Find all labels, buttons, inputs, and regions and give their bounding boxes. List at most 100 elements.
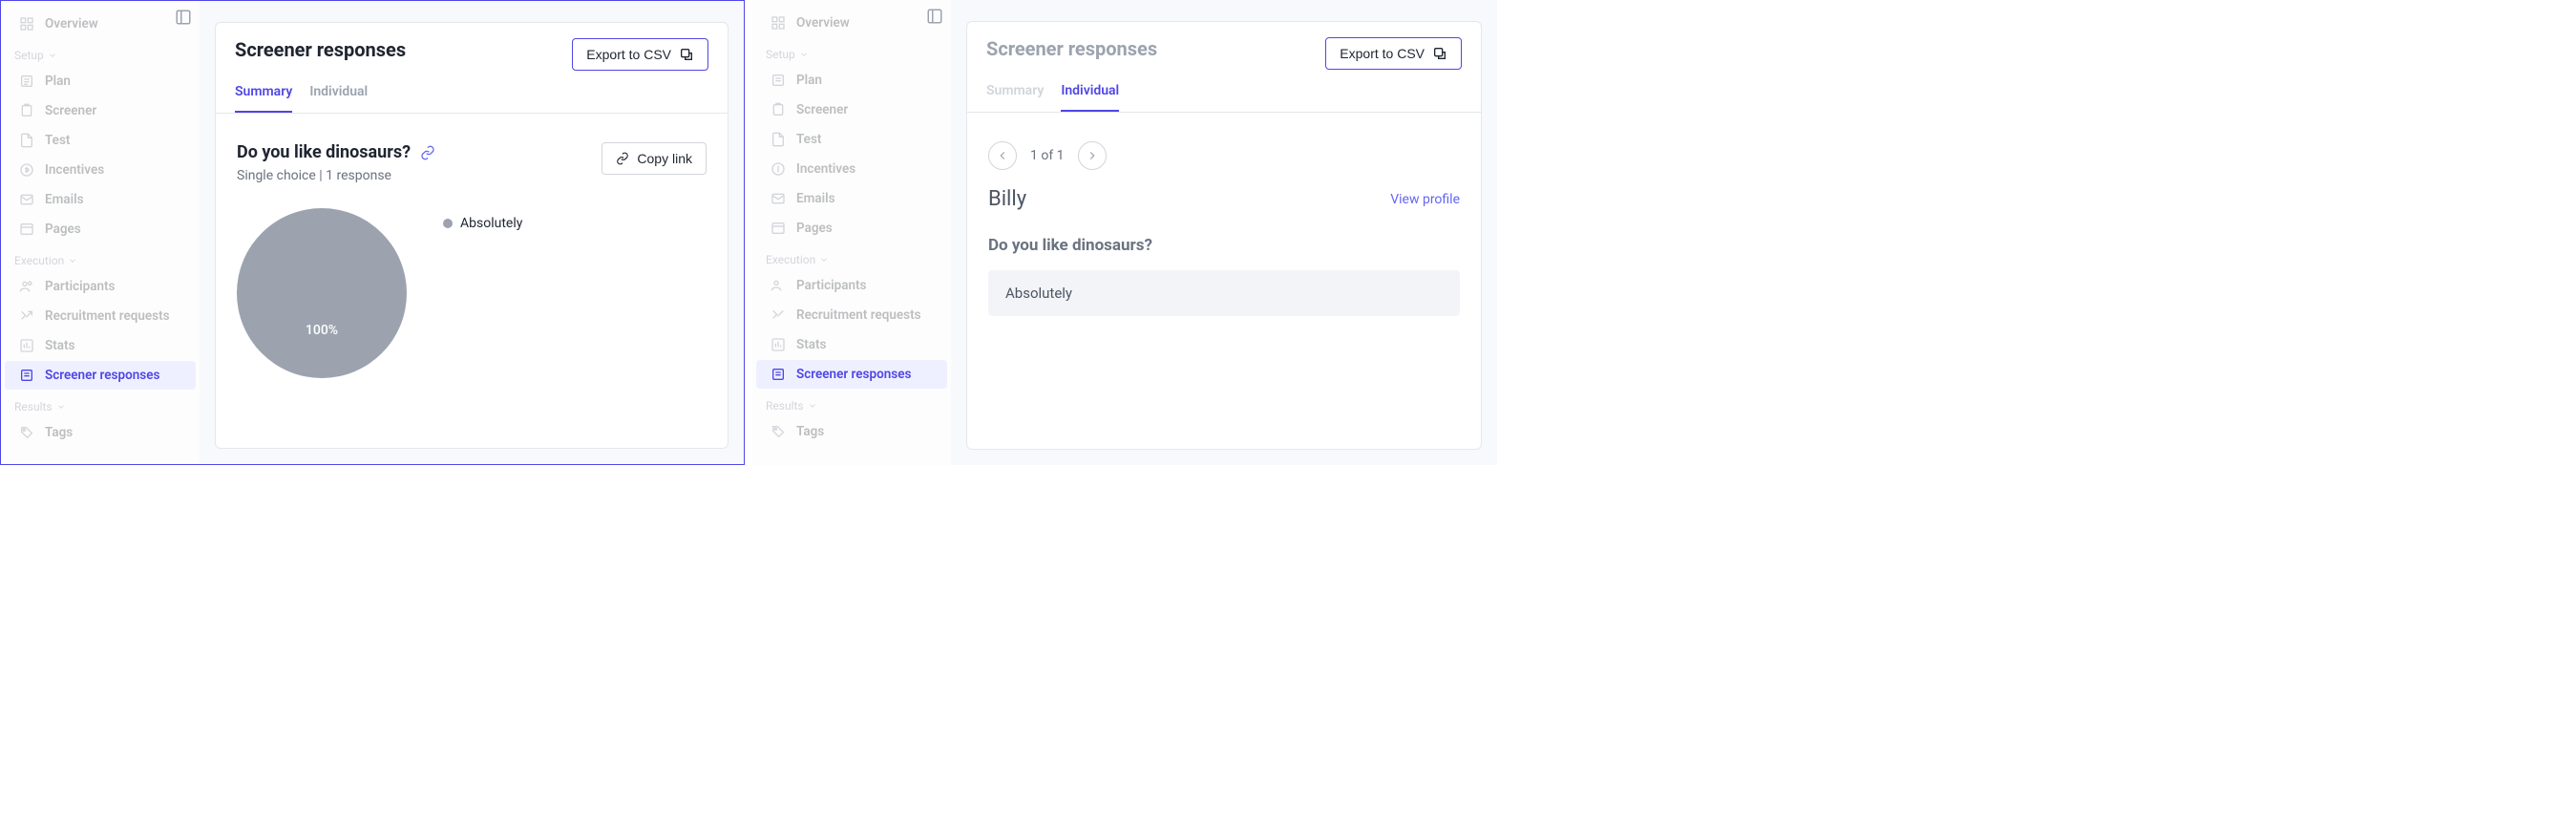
- export-csv-button[interactable]: Export to CSV: [1325, 37, 1462, 70]
- chevron-down-icon: [48, 51, 57, 60]
- clipboard-icon: [18, 102, 35, 119]
- nav-label: Overview: [45, 16, 98, 32]
- responses-icon: [770, 366, 787, 383]
- chevron-left-icon: [996, 149, 1009, 162]
- link-icon[interactable]: [420, 145, 435, 160]
- legend-label: Absolutely: [460, 216, 522, 231]
- tag-icon: [18, 424, 35, 441]
- nav-label: Overview: [796, 15, 850, 31]
- nav-screener[interactable]: Screener: [5, 96, 196, 125]
- nav-label: Stats: [796, 337, 827, 352]
- nav-test[interactable]: Test: [5, 126, 196, 155]
- nav-incentives[interactable]: Incentives: [756, 155, 947, 183]
- export-csv-button[interactable]: Export to CSV: [572, 38, 708, 71]
- nav-label: Tags: [796, 424, 824, 439]
- nav-label: Plan: [796, 73, 822, 88]
- collapse-sidebar-icon[interactable]: [926, 8, 943, 25]
- nav-label: Emails: [796, 191, 835, 206]
- copy-link-button[interactable]: Copy link: [602, 142, 707, 175]
- main-content: Screener responses Export to CSV Summary…: [200, 1, 744, 464]
- tab-individual[interactable]: Individual: [309, 84, 368, 113]
- dollar-icon: [18, 161, 35, 179]
- nav-emails[interactable]: Emails: [5, 185, 196, 214]
- question-title: Do you like dinosaurs?: [237, 142, 435, 162]
- tabs: Summary Individual: [967, 74, 1481, 113]
- prev-button[interactable]: [988, 141, 1017, 170]
- nav-plan[interactable]: Plan: [756, 66, 947, 95]
- nav-tags[interactable]: Tags: [756, 417, 947, 446]
- export-label: Export to CSV: [1340, 46, 1425, 61]
- tab-individual[interactable]: Individual: [1061, 83, 1119, 112]
- nav-emails[interactable]: Emails: [756, 184, 947, 213]
- tab-summary[interactable]: Summary: [986, 83, 1044, 112]
- browser-icon: [18, 221, 35, 238]
- nav-screener-responses[interactable]: Screener responses: [5, 361, 196, 390]
- chart-icon: [770, 336, 787, 353]
- responses-icon: [18, 367, 35, 384]
- nav-label: Test: [796, 132, 821, 147]
- nav-incentives[interactable]: Incentives: [5, 156, 196, 184]
- main-content: Screener responses Export to CSV Summary…: [951, 0, 1497, 465]
- nav-label: Screener responses: [45, 368, 159, 383]
- nav-label: Screener: [796, 102, 848, 117]
- chevron-down-icon: [808, 401, 817, 411]
- dollar-icon: [770, 160, 787, 178]
- mail-icon: [770, 190, 787, 207]
- doc-icon: [18, 132, 35, 149]
- nav-participants[interactable]: Participants: [5, 272, 196, 301]
- pager-text: 1 of 1: [1030, 148, 1065, 163]
- chevron-down-icon: [56, 402, 66, 412]
- nav-label: Screener: [45, 103, 96, 118]
- nav-tags[interactable]: Tags: [5, 418, 196, 447]
- nav-label: Participants: [45, 279, 115, 294]
- responses-card: Screener responses Export to CSV Summary…: [966, 21, 1482, 450]
- section-execution: Execution: [1, 244, 200, 271]
- nav-screener-responses[interactable]: Screener responses: [756, 360, 947, 389]
- browser-icon: [770, 220, 787, 237]
- nav-label: Test: [45, 133, 70, 148]
- chevron-down-icon: [799, 50, 809, 59]
- nav-pages[interactable]: Pages: [5, 215, 196, 243]
- nav-test[interactable]: Test: [756, 125, 947, 154]
- download-icon: [679, 47, 694, 62]
- nav-screener[interactable]: Screener: [756, 95, 947, 124]
- nav-label: Tags: [45, 425, 73, 440]
- nav-label: Participants: [796, 278, 866, 293]
- next-button[interactable]: [1078, 141, 1107, 170]
- section-results: Results: [1, 391, 200, 417]
- nav-plan[interactable]: Plan: [5, 67, 196, 95]
- nav-label: Emails: [45, 192, 84, 207]
- collapse-sidebar-icon[interactable]: [175, 9, 192, 26]
- grid-icon: [770, 14, 787, 32]
- export-label: Export to CSV: [586, 47, 671, 62]
- users-icon: [18, 278, 35, 295]
- view-profile-link[interactable]: View profile: [1390, 192, 1460, 207]
- nav-recruitment[interactable]: Recruitment requests: [756, 301, 947, 329]
- nav-label: Incentives: [796, 161, 855, 177]
- nav-participants[interactable]: Participants: [756, 271, 947, 300]
- nav-stats[interactable]: Stats: [5, 331, 196, 360]
- share-icon: [770, 307, 787, 324]
- mail-icon: [18, 191, 35, 208]
- nav-overview[interactable]: Overview: [756, 9, 947, 37]
- tabs: Summary Individual: [216, 74, 728, 114]
- nav-label: Stats: [45, 338, 75, 353]
- nav-stats[interactable]: Stats: [756, 330, 947, 359]
- nav-label: Recruitment requests: [45, 308, 170, 324]
- sidebar: Overview Setup Plan Screener Test Incent…: [1, 1, 200, 464]
- question-title: Do you like dinosaurs?: [988, 236, 1460, 255]
- nav-pages[interactable]: Pages: [756, 214, 947, 243]
- clipboard-icon: [770, 101, 787, 118]
- nav-overview[interactable]: Overview: [5, 10, 196, 38]
- link-icon: [616, 152, 629, 165]
- nav-label: Plan: [45, 74, 71, 89]
- nav-label: Pages: [796, 221, 833, 236]
- answer-value: Absolutely: [988, 270, 1460, 316]
- tab-summary[interactable]: Summary: [235, 84, 292, 113]
- section-setup: Setup: [1, 39, 200, 66]
- question-meta: Single choice | 1 response: [237, 168, 435, 183]
- download-icon: [1432, 46, 1447, 61]
- nav-recruitment[interactable]: Recruitment requests: [5, 302, 196, 330]
- pie-chart: 100% Absolutely: [237, 208, 707, 378]
- nav-label: Screener responses: [796, 367, 911, 382]
